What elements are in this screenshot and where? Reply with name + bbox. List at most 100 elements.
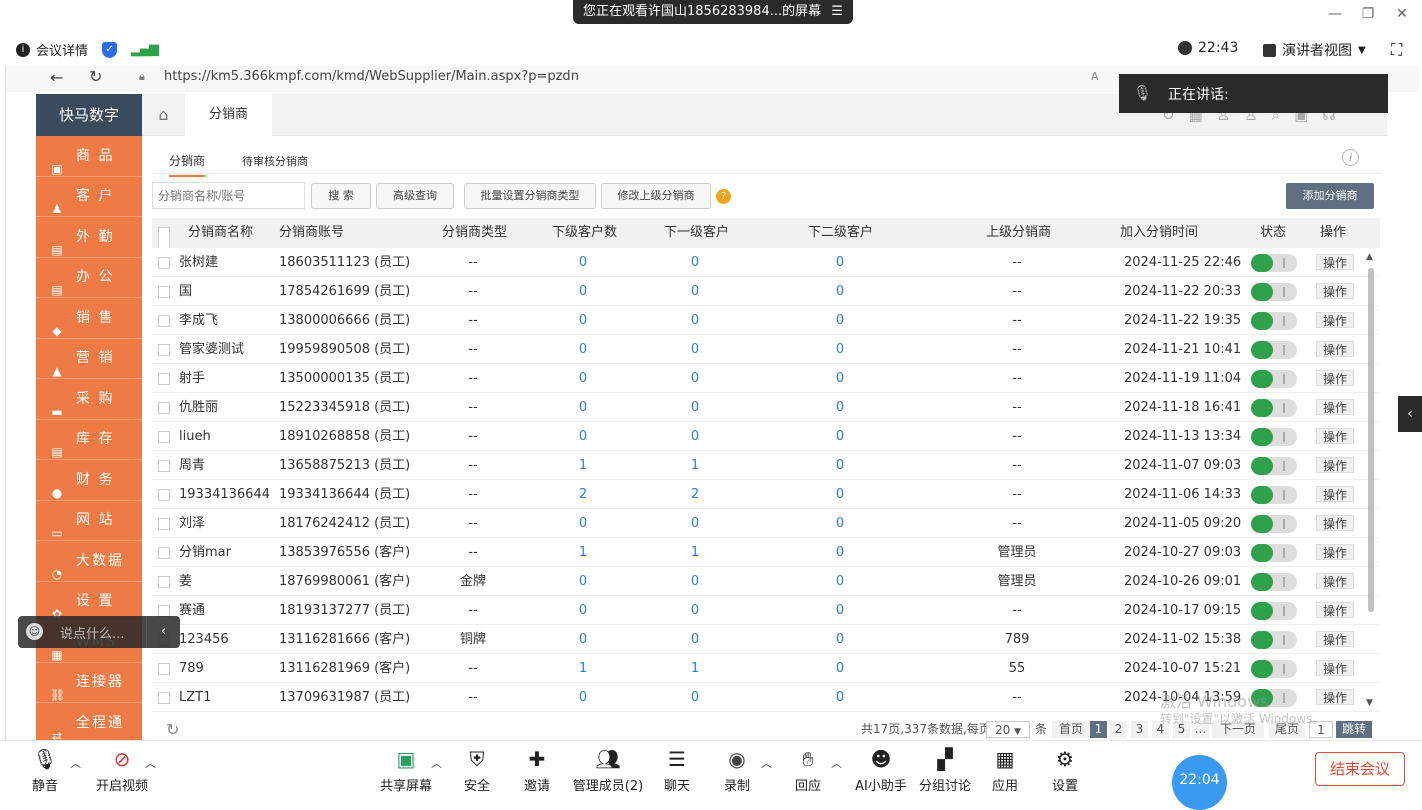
cell-sub[interactable]: 0 [552, 335, 614, 364]
back-icon[interactable]: ← [50, 68, 63, 87]
status-toggle[interactable] [1251, 602, 1297, 620]
cell-lv1[interactable]: 0 [664, 596, 726, 625]
page-number-button[interactable]: 1 [1090, 721, 1107, 738]
row-checkbox[interactable] [158, 663, 170, 675]
cell-lv2[interactable]: 0 [808, 509, 872, 538]
row-checkbox[interactable] [158, 576, 170, 588]
status-toggle[interactable] [1251, 573, 1297, 591]
sidebar-item[interactable]: ⛓ 连接器 [36, 663, 142, 703]
operation-button[interactable]: 操作 [1316, 573, 1354, 589]
page-number-button[interactable]: 3 [1131, 721, 1148, 738]
share-banner[interactable]: 您正在观看许国山1856283984...的屏幕 ☰ [573, 0, 853, 24]
operation-button[interactable]: 操作 [1316, 428, 1354, 444]
sidebar-item[interactable]: ⇄ 全程通 [36, 703, 142, 740]
status-toggle[interactable] [1251, 515, 1297, 533]
cell-lv2[interactable]: 0 [808, 538, 872, 567]
search-input[interactable] [152, 182, 305, 209]
cell-lv1[interactable]: 0 [664, 364, 726, 393]
page-number-button[interactable]: 2 [1110, 721, 1127, 738]
cell-sub[interactable]: 0 [552, 567, 614, 596]
cell-lv1[interactable]: 0 [664, 277, 726, 306]
cell-sub[interactable]: 0 [552, 364, 614, 393]
scroll-up-icon[interactable]: ▲ [1366, 252, 1373, 262]
cell-lv2[interactable]: 0 [808, 480, 872, 509]
cell-lv1[interactable]: 1 [664, 538, 726, 567]
end-meeting-button[interactable]: 结束会议 [1315, 752, 1405, 786]
cell-sub[interactable]: 0 [552, 248, 614, 277]
meeting-button[interactable]: ⚙︎ 设置 [1050, 745, 1080, 794]
sidebar-item[interactable]: ▤ 外 勤 [36, 217, 142, 258]
cell-lv2[interactable]: 0 [808, 248, 872, 277]
table-row[interactable]: 射手 13500000135 (员工) -- 0 0 0 -- 2024-11-19 11:0… [152, 364, 1380, 393]
row-checkbox[interactable] [158, 286, 170, 298]
cell-lv1[interactable]: 1 [664, 654, 726, 683]
operation-button[interactable]: 操作 [1316, 283, 1354, 299]
meeting-button[interactable]: ▞ 分组讨论 [917, 745, 973, 794]
operation-button[interactable]: 操作 [1316, 486, 1354, 502]
goto-button[interactable]: 跳转 [1336, 721, 1372, 738]
scroll-down-icon[interactable]: ▼ [1366, 698, 1373, 708]
sidebar-item[interactable]: ▲ 营 销 [36, 339, 142, 379]
operation-button[interactable]: 操作 [1316, 689, 1354, 705]
info-circle-icon[interactable]: i [1342, 149, 1359, 166]
column-header[interactable]: 操作 [1320, 218, 1346, 248]
cell-lv1[interactable]: 2 [664, 480, 726, 509]
cell-sub[interactable]: 0 [552, 683, 614, 712]
status-toggle[interactable] [1251, 341, 1297, 359]
table-row[interactable]: 123456 13116281666 (客户) 铜牌 0 0 0 789 2024-11-02… [152, 625, 1380, 654]
operation-button[interactable]: 操作 [1316, 341, 1354, 357]
meeting-button[interactable]: 🎙︎ 静音 [30, 745, 60, 794]
record-options-icon[interactable]: ︿ [761, 755, 772, 771]
emoji-icon[interactable]: ☺ [26, 623, 43, 640]
cell-sub[interactable]: 0 [552, 625, 614, 654]
restore-icon[interactable]: ❐ [1358, 6, 1378, 22]
cell-lv2[interactable]: 0 [808, 422, 872, 451]
subtab-pending[interactable]: 待审核分销商 [242, 153, 308, 169]
cell-lv2[interactable]: 0 [808, 335, 872, 364]
status-toggle[interactable] [1251, 631, 1297, 649]
row-checkbox[interactable] [158, 518, 170, 530]
row-checkbox[interactable] [158, 344, 170, 356]
row-checkbox[interactable] [158, 547, 170, 559]
add-distributor-button[interactable]: 添加分销商 [1286, 183, 1374, 209]
collapse-panel-icon[interactable]: ‹ [1398, 396, 1422, 432]
operation-button[interactable]: 操作 [1316, 312, 1354, 328]
status-toggle[interactable] [1251, 660, 1297, 678]
cell-lv1[interactable]: 0 [664, 509, 726, 538]
row-checkbox[interactable] [158, 460, 170, 472]
cell-lv2[interactable]: 0 [808, 277, 872, 306]
table-row[interactable]: 789 13116281969 (客户) -- 1 1 0 55 2024-10-07 15:… [152, 654, 1380, 683]
table-row[interactable]: 国 17854261699 (员工) -- 0 0 0 -- 2024-11-22 20:33… [152, 277, 1380, 306]
signal-icon[interactable]: ▂▄▆ [131, 42, 159, 57]
operation-button[interactable]: 操作 [1316, 544, 1354, 560]
status-toggle[interactable] [1251, 312, 1297, 330]
table-scrollbar[interactable]: ▲ ▼ [1366, 252, 1376, 710]
cell-lv2[interactable]: 0 [808, 451, 872, 480]
row-checkbox[interactable] [158, 373, 170, 385]
sidebar-item[interactable]: ▤ 库 存 [36, 420, 142, 460]
table-row[interactable]: 姜 18769980061 (客户) 金牌 0 0 0 管理员 2024-10-26 09:0… [152, 567, 1380, 596]
row-checkbox[interactable] [158, 489, 170, 501]
video-options-icon[interactable]: ︿ [145, 755, 156, 771]
cell-sub[interactable]: 0 [552, 509, 614, 538]
modify-parent-button[interactable]: 修改上级分销商 [601, 183, 711, 209]
floating-clock[interactable]: 22:04 [1172, 755, 1227, 810]
operation-button[interactable]: 操作 [1316, 515, 1354, 531]
meeting-button[interactable]: ☰ 聊天 [662, 745, 692, 794]
column-header[interactable]: 分销商类型 [442, 218, 507, 248]
operation-button[interactable]: 操作 [1316, 631, 1354, 647]
status-toggle[interactable] [1251, 486, 1297, 504]
table-row[interactable]: 管家婆测试 19959890508 (员工) -- 0 0 0 -- 2024-11-21 1… [152, 335, 1380, 364]
reaction-options-icon[interactable]: ︿ [831, 755, 842, 771]
table-row[interactable]: 李成飞 13800006666 (员工) -- 0 0 0 -- 2024-11-22 19:… [152, 306, 1380, 335]
close-icon[interactable]: ✕ [1392, 6, 1412, 22]
table-row[interactable]: 赛通 18193137277 (员工) -- 0 0 0 -- 2024-10-17 09:1… [152, 596, 1380, 625]
sidebar-item[interactable]: ▭ 网 站 [36, 501, 142, 541]
column-header[interactable]: 下级客户数 [552, 218, 617, 248]
cell-lv1[interactable]: 0 [664, 335, 726, 364]
cell-sub[interactable]: 1 [552, 654, 614, 683]
row-checkbox[interactable] [158, 402, 170, 414]
view-switch[interactable]: 演讲者视图 ▼ [1263, 40, 1366, 60]
cell-sub[interactable]: 0 [552, 277, 614, 306]
operation-button[interactable]: 操作 [1316, 602, 1354, 618]
